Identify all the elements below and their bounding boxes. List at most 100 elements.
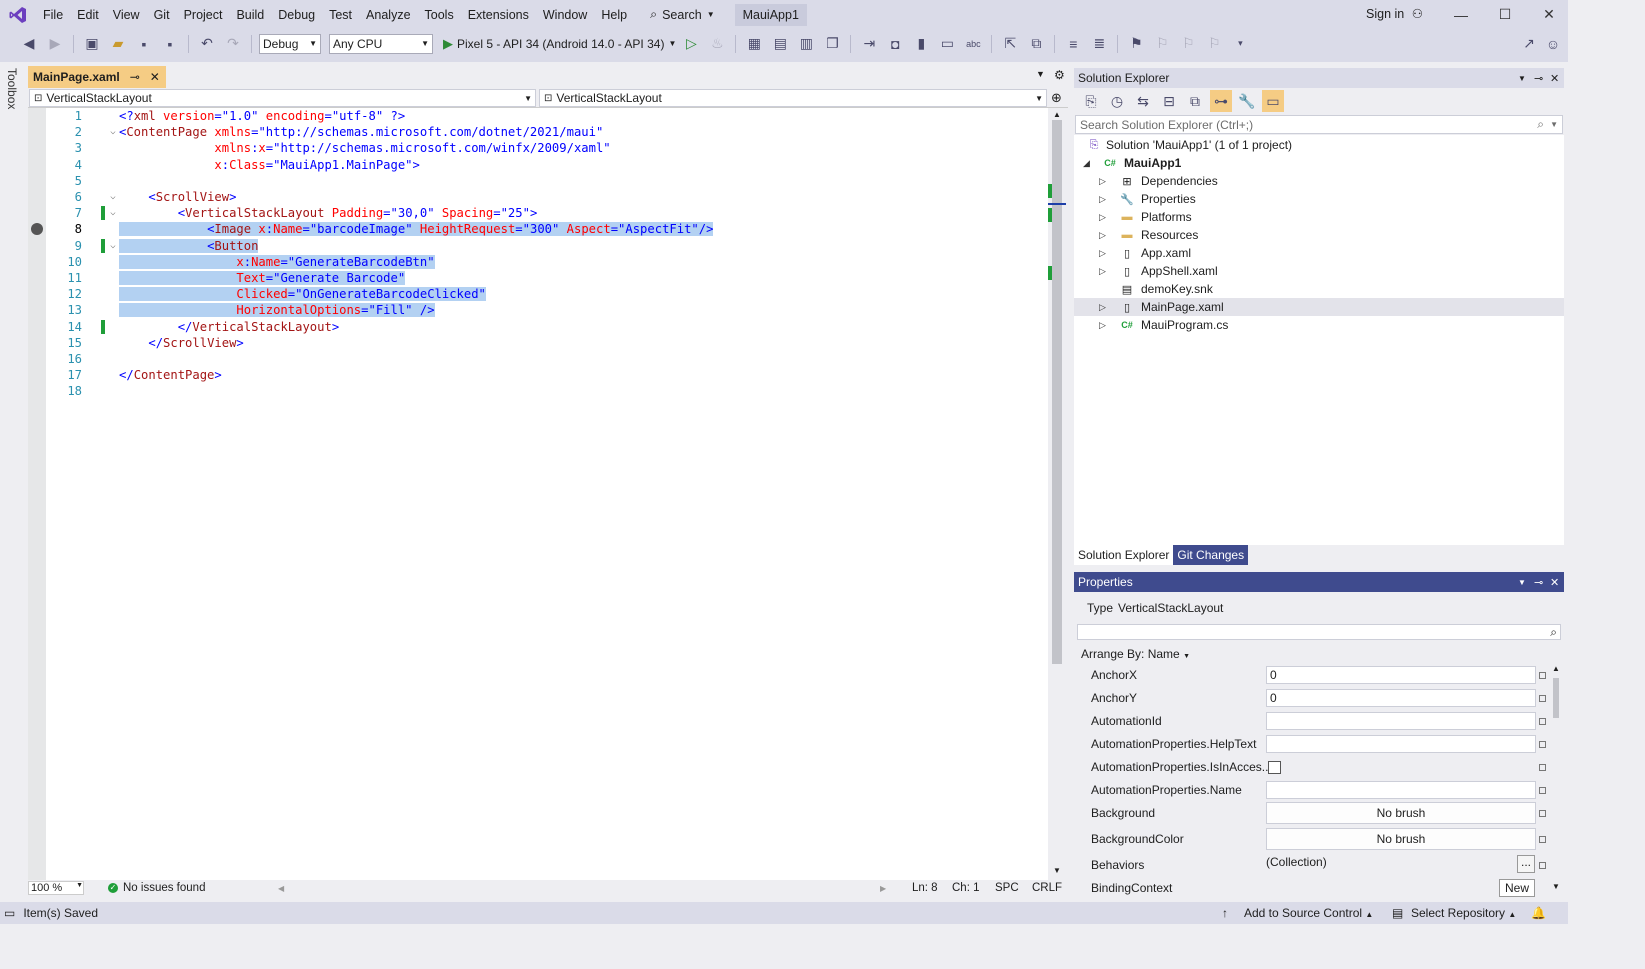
window-position-icon[interactable]: ▼ (1518, 578, 1526, 587)
pending-changes-filter-icon[interactable]: ◷ (1106, 90, 1128, 112)
whitespace-indicator[interactable]: SPC (995, 882, 1019, 894)
close-panel-icon[interactable]: ✕ (1550, 576, 1559, 589)
clear-bookmarks-icon[interactable]: ⚐ (1203, 33, 1225, 55)
hot-reload-icon[interactable]: ♨ (706, 33, 728, 55)
expand-arrow-icon[interactable]: ▷ (1099, 302, 1107, 313)
previous-bookmark-icon[interactable]: ⚐ (1151, 33, 1173, 55)
property-marker-icon[interactable] (1539, 836, 1546, 843)
property-value-input[interactable]: 0 (1266, 689, 1536, 707)
close-tab-icon[interactable]: ✕ (150, 70, 160, 84)
property-value-input[interactable] (1266, 712, 1536, 730)
property-value-input[interactable]: 0 (1266, 666, 1536, 684)
scroll-up-icon[interactable]: ▲ (1053, 110, 1061, 119)
menu-tools[interactable]: Tools (418, 4, 461, 26)
collapse-region-icon[interactable]: ⌵ (108, 241, 118, 251)
bookmark-icon[interactable]: ⚑ (1125, 33, 1147, 55)
tab-solution-explorer[interactable]: Solution Explorer (1074, 545, 1174, 565)
search-icon[interactable]: ⌕ (1550, 625, 1557, 640)
search-icon[interactable]: ⌕ (1537, 117, 1544, 132)
uncomment-icon[interactable]: ≣ (1088, 33, 1110, 55)
property-marker-icon[interactable] (1539, 718, 1546, 725)
comment-icon[interactable]: ≡ (1062, 33, 1084, 55)
scroll-down-icon[interactable]: ▼ (1552, 882, 1560, 891)
select-repository-button[interactable]: Select Repository ▲ (1411, 906, 1516, 920)
menu-edit[interactable]: Edit (70, 4, 106, 26)
close-panel-icon[interactable]: ✕ (1550, 72, 1559, 85)
tree-item[interactable]: ▷ ▬ Resources (1074, 226, 1564, 244)
tree-item[interactable]: ▷ ▯ App.xaml (1074, 244, 1564, 262)
solution-configuration-select[interactable]: Debug ▼ (259, 33, 321, 54)
show-all-files-icon[interactable]: ⧉ (1184, 90, 1206, 112)
live-share-icon[interactable]: ↗ (1518, 33, 1540, 55)
menu-debug[interactable]: Debug (271, 4, 322, 26)
scroll-up-icon[interactable]: ▲ (1552, 664, 1560, 673)
split-editor-icon[interactable]: ⊕ (1051, 90, 1062, 106)
menu-test[interactable]: Test (322, 4, 359, 26)
code-line[interactable]: 10 x:Name="GenerateBarcodeBtn" (28, 254, 1048, 270)
solution-platform-select[interactable]: Any CPU ▼ (329, 33, 433, 54)
expanded-arrow-icon[interactable]: ◢ (1083, 158, 1091, 169)
tree-item[interactable]: ▷ C# MauiProgram.cs (1074, 316, 1564, 334)
scrollbar-thumb[interactable] (1553, 678, 1559, 718)
new-binding-button[interactable]: New (1499, 879, 1535, 897)
property-checkbox[interactable] (1268, 761, 1281, 774)
device-manager-icon[interactable]: ▦ (743, 33, 765, 55)
tree-item[interactable]: ▷ ▯ AppShell.xaml (1074, 262, 1564, 280)
properties-wrench-icon[interactable]: 🔧 (1236, 90, 1258, 112)
tab-mainpage-xaml[interactable]: MainPage.xaml ⊸ ✕ (28, 66, 166, 88)
camera-icon[interactable]: ◘ (884, 33, 906, 55)
toolbar-overflow-icon[interactable]: ▾ (1229, 33, 1251, 55)
property-marker-icon[interactable] (1539, 862, 1546, 869)
open-folder-icon[interactable]: ▰ (107, 33, 129, 55)
type-scope-dropdown[interactable]: ⊡ VerticalStackLayout ▼ (29, 89, 536, 107)
line-ending-indicator[interactable]: CRLF (1032, 882, 1062, 894)
tree-solution-node[interactable]: ⎘ Solution 'MauiApp1' (1 of 1 project) (1074, 136, 1564, 154)
forward-navigation-icon[interactable]: ▶ (44, 33, 66, 55)
code-line[interactable]: 1 <?xml version="1.0" encoding="utf-8" ?> (28, 108, 1048, 124)
properties-scrollbar[interactable]: ▲ ▼ (1550, 664, 1562, 896)
brush-picker-button[interactable]: No brush (1266, 828, 1536, 850)
code-line[interactable]: 17 </ContentPage> (28, 367, 1048, 383)
expand-arrow-icon[interactable]: ▷ (1099, 320, 1107, 331)
code-line[interactable]: 3 xmlns:x="http://schemas.microsoft.com/… (28, 140, 1048, 156)
property-marker-icon[interactable] (1539, 741, 1546, 748)
expand-arrow-icon[interactable]: ▷ (1099, 248, 1107, 259)
back-navigation-icon[interactable]: ◀ (18, 33, 40, 55)
compare-icon[interactable]: ⧉ (1025, 33, 1047, 55)
xaml-live-preview-icon[interactable]: ▥ (795, 33, 817, 55)
property-marker-icon[interactable] (1539, 787, 1546, 794)
tree-item[interactable]: ▷ ▬ Platforms (1074, 208, 1564, 226)
redo-icon[interactable]: ↷ (222, 33, 244, 55)
expand-arrow-icon[interactable]: ▷ (1099, 266, 1107, 277)
menu-extensions[interactable]: Extensions (461, 4, 536, 26)
add-to-source-control-button[interactable]: Add to Source Control ▲ (1244, 906, 1373, 920)
tree-project-node[interactable]: ◢ C# MauiApp1 (1074, 154, 1564, 172)
undo-icon[interactable]: ↶ (196, 33, 218, 55)
select-element-icon[interactable]: ⇱ (999, 33, 1021, 55)
code-line[interactable]: 5 (28, 173, 1048, 189)
output-icon[interactable]: ▭ (4, 906, 15, 920)
editor-vertical-scrollbar[interactable]: ▲ ▼ (1048, 108, 1066, 880)
track-active-item-icon[interactable]: ⊶ (1210, 90, 1232, 112)
menu-git[interactable]: Git (147, 4, 177, 26)
pin-icon[interactable]: ⊸ (1534, 72, 1543, 85)
collapse-region-icon[interactable]: ⌵ (108, 208, 118, 218)
zoom-select[interactable]: 100 % ▼ (28, 881, 84, 895)
switch-views-icon[interactable]: ⎘ (1080, 90, 1102, 112)
minimize-icon[interactable]: — (1438, 0, 1484, 29)
layout-icon[interactable]: ▤ (769, 33, 791, 55)
notifications-bell-icon[interactable]: 🔔 (1531, 906, 1546, 920)
preview-selected-items-icon[interactable]: ▭ (1262, 90, 1284, 112)
member-scope-dropdown[interactable]: ⊡ VerticalStackLayout ▼ (539, 89, 1047, 107)
collapse-region-icon[interactable]: ⌵ (108, 192, 118, 202)
menu-analyze[interactable]: Analyze (359, 4, 417, 26)
issues-status[interactable]: No issues found (123, 882, 205, 894)
menu-view[interactable]: View (106, 4, 147, 26)
arrange-by-dropdown[interactable]: Arrange By: Name ▼ (1081, 647, 1190, 661)
start-debugging-button[interactable]: ▶ Pixel 5 - API 34 (Android 14.0 - API 3… (443, 36, 676, 52)
menu-file[interactable]: File (36, 4, 70, 26)
toolbox-strip[interactable] (0, 62, 24, 896)
tree-item[interactable]: ▤ demoKey.snk (1074, 280, 1564, 298)
code-line[interactable]: 6 ⌵ <ScrollView> (28, 189, 1048, 205)
next-bookmark-icon[interactable]: ⚐ (1177, 33, 1199, 55)
